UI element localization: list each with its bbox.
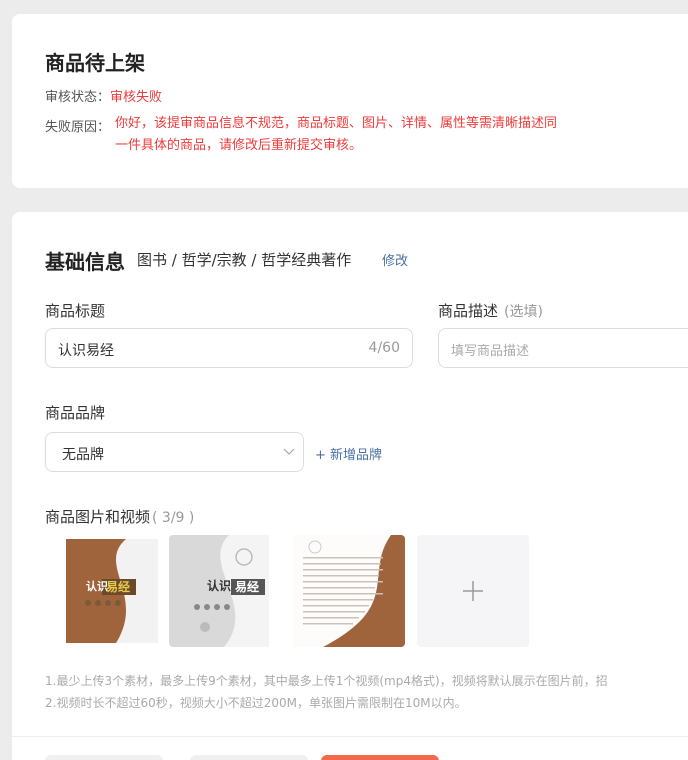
review-status-row: 审核状态：审核失败 <box>45 86 162 105</box>
review-status-value: 审核失败 <box>110 90 163 105</box>
add-brand-link[interactable]: + 新增品牌 <box>315 444 382 463</box>
brand-select[interactable]: 无品牌 <box>45 432 304 472</box>
product-image-2[interactable]: 认识 易经 <box>169 535 281 647</box>
media-label-text: 商品图片和视频 <box>45 508 151 526</box>
product-desc-label: 商品描述 (选填) <box>438 300 543 321</box>
svg-text:认识: 认识 <box>207 578 231 593</box>
fail-reason-text: 你好，该提审商品信息不规范，商品标题、图片、详情、属性等需清晰描述同 一件具体的… <box>115 113 605 157</box>
fail-reason-label: 失败原因： <box>45 120 111 135</box>
product-desc-optional: (选填) <box>504 304 543 320</box>
add-media-button[interactable] <box>417 535 529 647</box>
product-image-3[interactable] <box>293 535 405 647</box>
footer-divider <box>12 736 688 737</box>
basic-info-card: 基础信息 图书 / 哲学/宗教 / 哲学经典著作 修改 商品标题 认识易经 4/… <box>12 212 688 760</box>
brand-select-value: 无品牌 <box>62 447 104 463</box>
book-cover-front-image: 认识 易经 <box>66 539 158 643</box>
book-cover-gray-image: 认识 易经 <box>169 535 269 647</box>
fail-reason-line-2: 一件具体的商品，请修改后重新提交审核。 <box>115 138 363 153</box>
status-title: 商品待上架 <box>45 51 145 75</box>
media-label: 商品图片和视频( 3/9 ) <box>45 506 194 527</box>
product-title-value: 认识易经 <box>58 343 114 359</box>
review-status-label: 审核状态： <box>45 90 111 105</box>
book-page-text-image <box>293 535 405 647</box>
media-hint-line-1: 1.最少上传3个素材，最多上传9个素材，其中最多上传1个视频(mp4格式)，视频… <box>45 674 608 688</box>
svg-text:易经: 易经 <box>106 579 130 594</box>
svg-text:易经: 易经 <box>235 579 259 594</box>
submit-button[interactable] <box>321 755 439 760</box>
product-title-input[interactable]: 认识易经 4/60 <box>45 328 413 368</box>
product-desc-label-text: 商品描述 <box>438 302 499 320</box>
media-hint-line-2: 2.视频时长不超过60秒，视频大小不超过200M，单张图片需限制在10M以内。 <box>45 696 467 710</box>
footer-button-2[interactable] <box>190 755 308 760</box>
basic-info-title: 基础信息 <box>45 250 125 274</box>
media-count: ( 3/9 ) <box>152 510 195 526</box>
product-desc-input[interactable]: 填写商品描述 <box>438 328 688 368</box>
fail-reason-line-1: 你好，该提审商品信息不规范，商品标题、图片、详情、属性等需清晰描述同 <box>115 116 558 131</box>
category-path: 图书 / 哲学/宗教 / 哲学经典著作 <box>137 251 352 269</box>
product-title-counter: 4/60 <box>368 340 400 356</box>
footer-button-1[interactable] <box>45 755 163 760</box>
product-image-1[interactable]: 认识 易经 <box>56 535 168 647</box>
review-status-card: 商品待上架 审核状态：审核失败 失败原因： 你好，该提审商品信息不规范，商品标题… <box>12 14 688 188</box>
product-desc-placeholder: 填写商品描述 <box>451 344 530 359</box>
svg-text:认识: 认识 <box>86 579 108 593</box>
plus-icon <box>463 581 483 601</box>
chevron-down-icon <box>283 448 295 455</box>
product-title-label: 商品标题 <box>45 302 106 320</box>
modify-category-link[interactable]: 修改 <box>382 250 408 269</box>
brand-label: 商品品牌 <box>45 404 106 422</box>
